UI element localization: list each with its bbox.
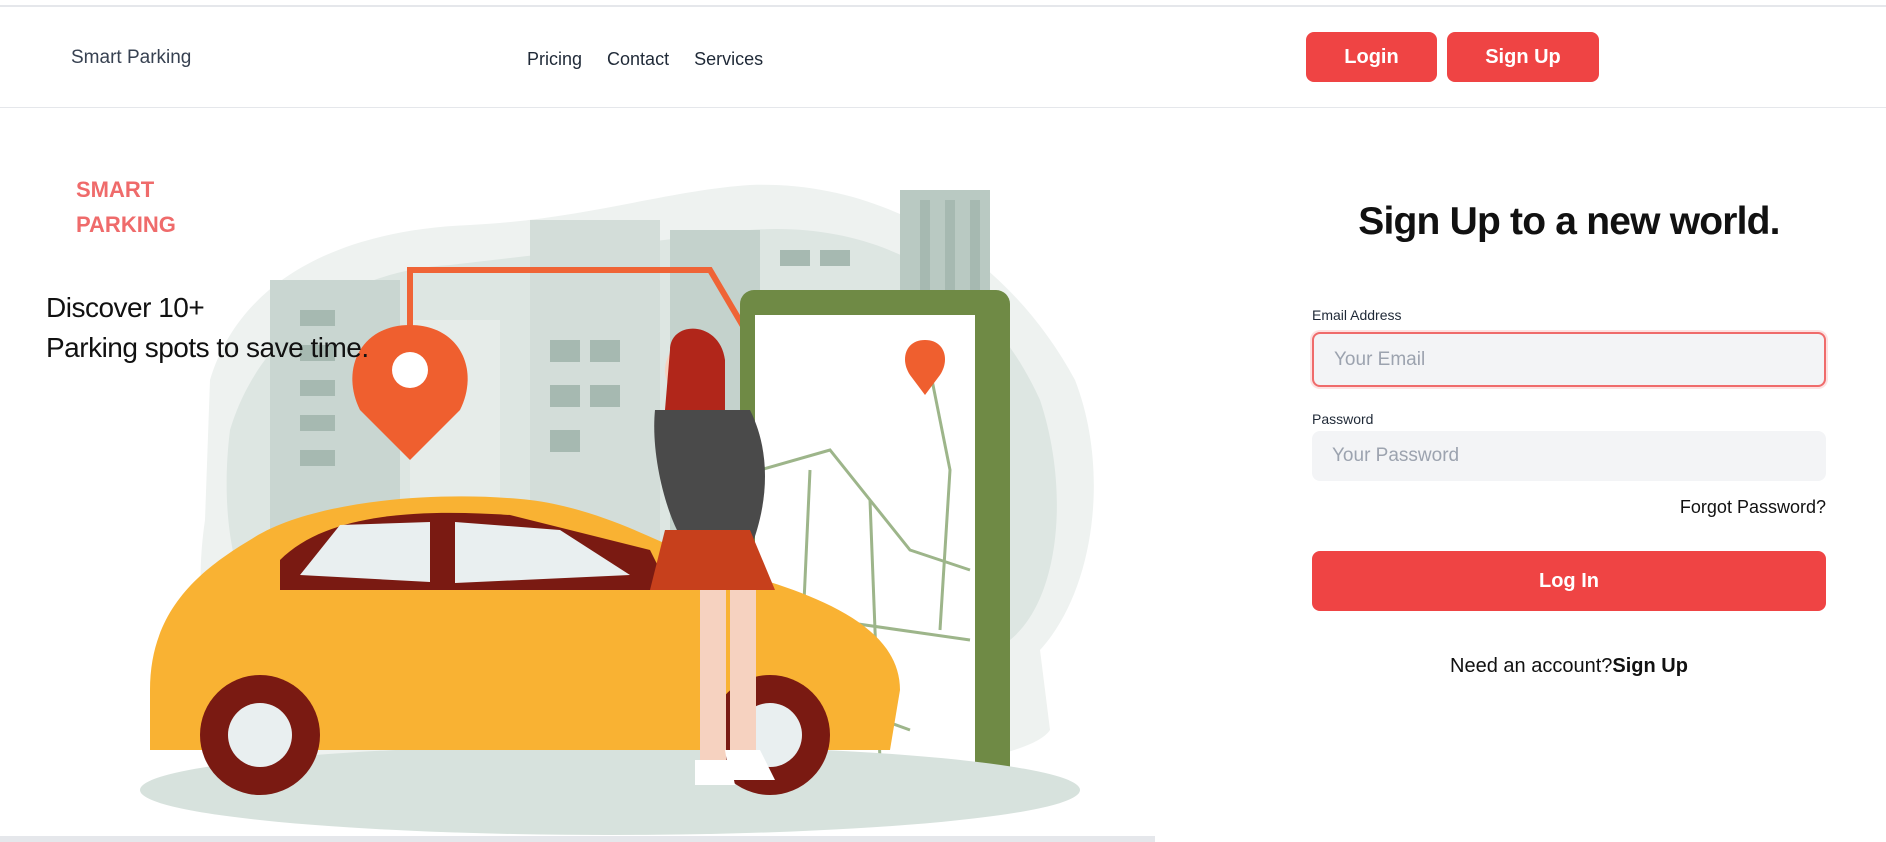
password-label: Password <box>1312 411 1374 427</box>
nav-services[interactable]: Services <box>694 49 763 70</box>
brand-logo[interactable]: Smart Parking <box>71 47 191 69</box>
hero-illustration <box>140 184 1094 835</box>
main-nav: Pricing Contact Services <box>527 49 763 70</box>
horizontal-scrollbar[interactable] <box>0 836 1155 842</box>
form-title: Sign Up to a new world. <box>1358 200 1780 243</box>
hero-tagline-line1: Discover 10+ <box>46 292 205 323</box>
log-in-button[interactable]: Log In <box>1312 551 1826 611</box>
navbar: Smart Parking Pricing Contact Services L… <box>0 7 1886 108</box>
need-account-text: Need an account?Sign Up <box>1312 655 1826 678</box>
signup-button[interactable]: Sign Up <box>1447 32 1599 82</box>
password-field[interactable] <box>1312 431 1826 481</box>
nav-pricing[interactable]: Pricing <box>527 49 582 70</box>
forgot-password-link[interactable]: Forgot Password? <box>1680 497 1826 518</box>
email-field[interactable] <box>1312 332 1826 387</box>
signup-form: Sign Up to a new world. Email Address Pa… <box>1312 195 1826 677</box>
hero-tagline-line2: Parking spots to save time. <box>46 332 369 363</box>
nav-contact[interactable]: Contact <box>607 49 669 70</box>
signup-link[interactable]: Sign Up <box>1612 655 1688 677</box>
login-button[interactable]: Login <box>1306 32 1437 82</box>
email-label: Email Address <box>1312 307 1402 323</box>
need-account-label: Need an account? <box>1450 655 1613 677</box>
hero-tagline: Discover 10+ Parking spots to save time. <box>46 288 369 368</box>
